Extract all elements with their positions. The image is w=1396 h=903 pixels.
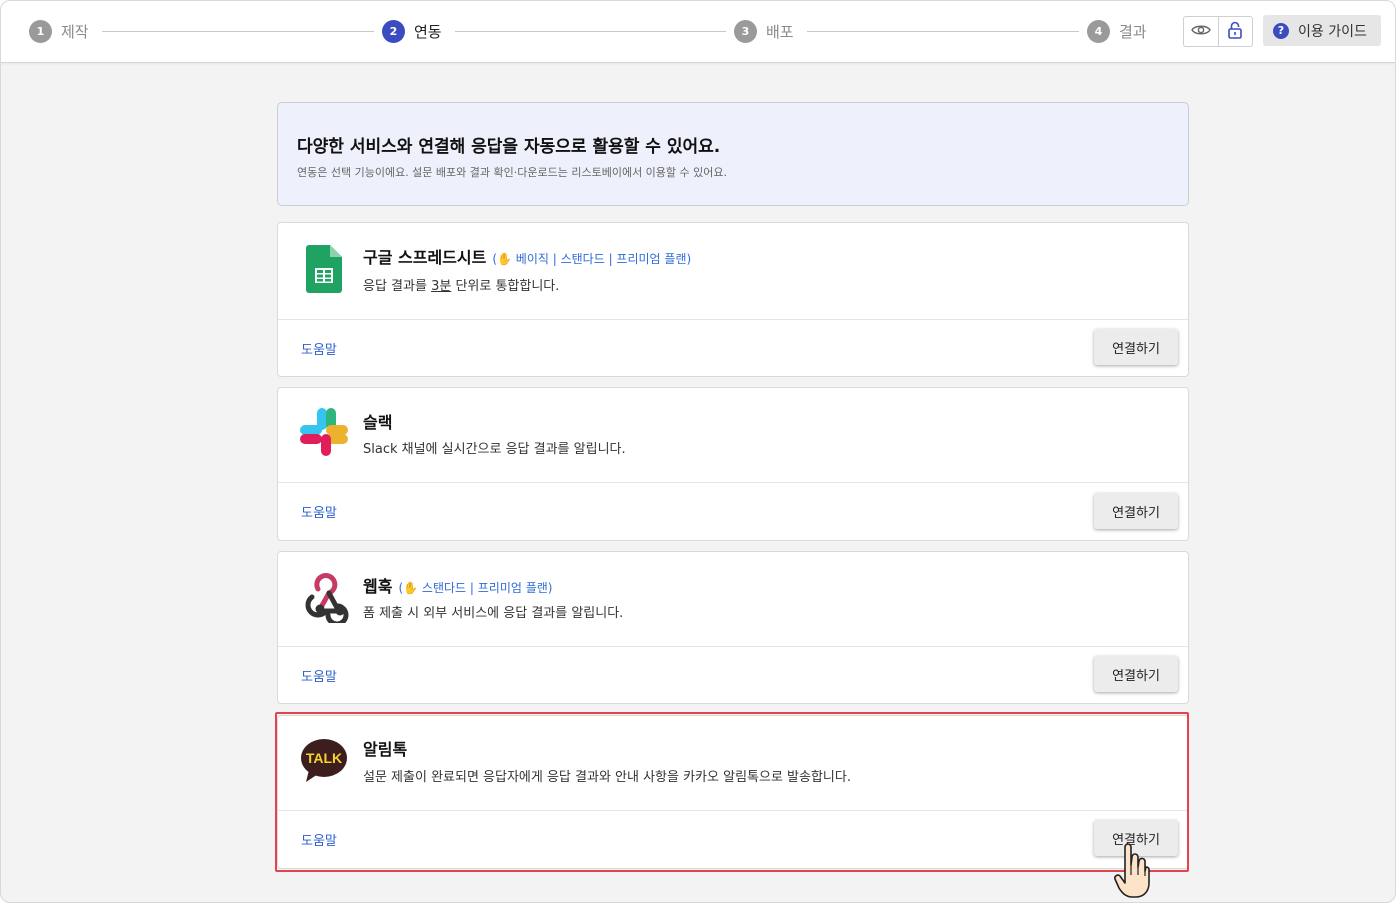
view-toggle-group	[1183, 16, 1253, 47]
banner-title: 다양한 서비스와 연결해 응답을 자동으로 활용할 수 있어요.	[297, 137, 721, 157]
step-number: 4	[1087, 19, 1110, 43]
hand-pointer-icon	[1114, 843, 1150, 902]
step-label: 연동	[414, 22, 442, 41]
webhook-icon	[298, 571, 350, 623]
hand-icon: ✋	[403, 581, 419, 595]
integration-title: 웹훅	[363, 577, 393, 596]
connect-button-google-sheets[interactable]: 연결하기	[1094, 329, 1178, 365]
step-label: 배포	[766, 22, 794, 41]
step-connector	[807, 31, 1079, 32]
step-1-create[interactable]: 1 제작	[29, 19, 89, 43]
step-connector	[102, 31, 374, 32]
integration-description: 설문 제출이 완료되면 응답자에게 응답 결과와 안내 사항을 카카오 알림톡으…	[363, 770, 851, 785]
integration-description: 폼 제출 시 외부 서비스에 응답 결과를 알립니다.	[363, 606, 624, 621]
integration-card-webhook: 웹훅 (✋ 스탠다드 | 프리미엄 플랜) 폼 제출 시 외부 서비스에 응답 결…	[277, 551, 1189, 704]
step-label: 제작	[61, 22, 89, 41]
integration-description: 응답 결과를 3분 단위로 통합합니다.	[363, 275, 559, 294]
talk-logo-text: TALK	[306, 750, 342, 766]
step-3-distribute[interactable]: 3 배포	[734, 19, 794, 43]
help-link[interactable]: 도움말	[301, 339, 337, 358]
plan-badge: (✋ 스탠다드 | 프리미엄 플랜)	[398, 581, 553, 595]
slack-icon	[298, 406, 350, 458]
lock-icon	[1228, 21, 1243, 43]
integration-card-slack: 슬랙 Slack 채널에 실시간으로 응답 결과를 알립니다. 도움말 연결하기	[277, 387, 1189, 541]
desc-text: 단위로 통합합니다.	[451, 279, 560, 294]
step-connector	[455, 31, 726, 32]
preview-button[interactable]	[1184, 17, 1218, 46]
info-banner: 다양한 서비스와 연결해 응답을 자동으로 활용할 수 있어요. 연동은 선택 …	[277, 102, 1189, 206]
app-window: 1 제작 2 연동 3 배포 4 결과 ? 이용 가이드 다양한 서비스와 연결…	[0, 0, 1396, 903]
integration-name: 슬랙	[363, 409, 392, 433]
integration-name: 웹훅 (✋ 스탠다드 | 프리미엄 플랜)	[363, 573, 552, 597]
connect-button-slack[interactable]: 연결하기	[1094, 493, 1178, 529]
google-sheets-icon	[298, 243, 350, 295]
help-link[interactable]: 도움말	[301, 830, 337, 849]
step-label: 결과	[1119, 22, 1147, 41]
eye-icon	[1191, 22, 1211, 41]
desc-text: 응답 결과를	[363, 279, 432, 294]
help-link[interactable]: 도움말	[301, 502, 337, 521]
step-number: 3	[734, 19, 757, 43]
usage-guide-label: 이용 가이드	[1298, 23, 1367, 40]
usage-guide-button[interactable]: ? 이용 가이드	[1263, 15, 1381, 46]
lock-button[interactable]	[1217, 17, 1252, 46]
plan-badge: (✋ 베이직 | 스탠다드 | 프리미엄 플랜)	[492, 252, 692, 266]
desc-emphasis: 3분	[431, 279, 452, 294]
step-2-integration[interactable]: 2 연동	[382, 19, 442, 43]
integration-title: 알림톡	[363, 740, 408, 759]
kakao-talk-icon: TALK	[298, 735, 350, 787]
step-4-results[interactable]: 4 결과	[1087, 19, 1147, 43]
step-number: 2	[382, 19, 405, 43]
banner-subtitle: 연동은 선택 기능이에요. 설문 배포와 결과 확인·다운로드는 리스토베이에서…	[297, 166, 728, 179]
hand-icon: ✋	[497, 252, 512, 266]
integration-title: 슬랙	[363, 413, 393, 432]
integration-title: 구글 스프레드시트	[363, 248, 487, 267]
integration-card-google-sheets: 구글 스프레드시트 (✋ 베이직 | 스탠다드 | 프리미엄 플랜) 응답 결과를…	[277, 222, 1189, 377]
help-link[interactable]: 도움말	[301, 666, 337, 685]
step-number: 1	[29, 19, 52, 43]
integration-name: 구글 스프레드시트 (✋ 베이직 | 스탠다드 | 프리미엄 플랜)	[363, 244, 691, 268]
integration-card-alimtalk: TALK 알림톡 설문 제출이 완료되면 응답자에게 응답 결과와 안내 사항을…	[277, 715, 1189, 869]
integration-name: 알림톡	[363, 736, 407, 760]
integration-description: Slack 채널에 실시간으로 응답 결과를 알립니다.	[363, 442, 626, 457]
step-bar: 1 제작 2 연동 3 배포 4 결과 ? 이용 가이드	[1, 1, 1395, 63]
help-circle-icon: ?	[1273, 22, 1289, 39]
connect-button-webhook[interactable]: 연결하기	[1094, 656, 1178, 692]
